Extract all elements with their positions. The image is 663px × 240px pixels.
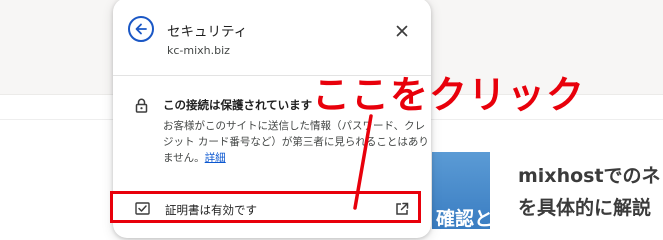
click-here-annotation: ここをクリック [312, 73, 586, 117]
